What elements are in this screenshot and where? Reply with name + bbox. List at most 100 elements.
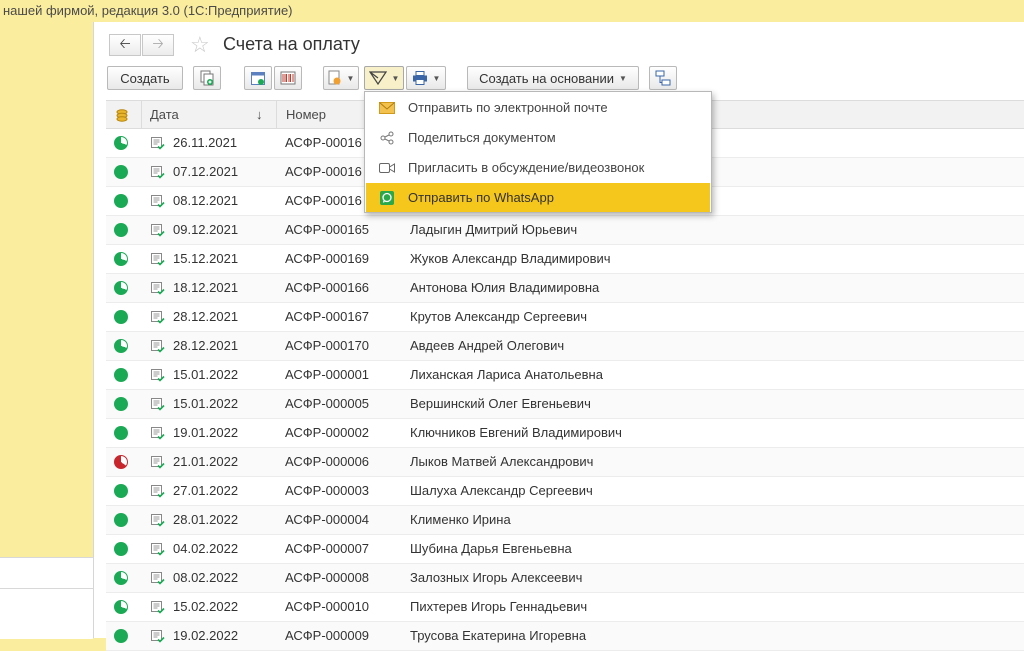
table-row[interactable]: 19.02.2022 АСФР-000009 Трусова Екатерина И… <box>106 622 1024 651</box>
column-number[interactable]: Номер <box>286 101 326 128</box>
counterparty-cell: Клименко Ирина <box>410 512 511 527</box>
sidebar <box>0 22 93 638</box>
table-row[interactable]: 09.12.2021 АСФР-000165 Ладыгин Дмитрий Юрь… <box>106 216 1024 245</box>
number-cell: АСФР-000165 <box>285 222 370 237</box>
video-camera-icon <box>379 162 395 173</box>
back-button[interactable]: 🡠 <box>109 34 141 56</box>
divider <box>0 588 93 589</box>
envelope-icon <box>379 101 395 114</box>
number-cell: АСФР-000170 <box>285 338 370 353</box>
counterparty-cell: Ладыгин Дмитрий Юрьевич <box>410 222 578 237</box>
posted-document-icon <box>151 398 165 411</box>
date-cell: 28.01.2022 <box>173 512 239 527</box>
copy-button[interactable] <box>193 66 221 90</box>
payment-status-icon <box>114 252 128 266</box>
print-dropdown-button[interactable]: ▼ <box>406 66 446 90</box>
menu-item-whatsapp[interactable]: Отправить по WhatsApp <box>366 183 710 212</box>
number-cell: АСФР-000004 <box>285 512 370 527</box>
report-icon <box>328 70 341 85</box>
date-cell: 04.02.2022 <box>173 541 239 556</box>
sidebar-bottom-panel <box>0 557 93 639</box>
counterparty-cell: Авдеев Андрей Олегович <box>410 338 565 353</box>
payment-status-icon <box>114 310 128 324</box>
counterparty-cell: Крутов Александр Сергеевич <box>410 309 588 324</box>
table-row[interactable]: 28.12.2021 АСФР-000167 Крутов Александр Се… <box>106 303 1024 332</box>
date-cell: 08.02.2022 <box>173 570 239 585</box>
number-cell: АСФР-00016 <box>285 164 362 179</box>
date-cell: 07.12.2021 <box>173 164 239 179</box>
window-title: нашей фирмой, редакция 3.0 (1С:Предприят… <box>0 0 1024 22</box>
table-row[interactable]: 15.12.2021 АСФР-000169 Жуков Александр Вла… <box>106 245 1024 274</box>
counterparty-cell: Антонова Юлия Владимировна <box>410 280 600 295</box>
number-cell: АСФР-000003 <box>285 483 370 498</box>
table-row[interactable]: 04.02.2022 АСФР-000007 Шубина Дарья Евгень… <box>106 535 1024 564</box>
barcode-icon <box>280 71 296 85</box>
table-row[interactable]: 28.01.2022 АСФР-000004 Клименко Ирина <box>106 506 1024 535</box>
table-row[interactable]: 19.01.2022 АСФР-000002 Ключников Евгений В… <box>106 419 1024 448</box>
menu-item-send-email[interactable]: Отправить по электронной почте <box>366 93 710 122</box>
payment-status-icon <box>114 455 128 469</box>
forward-button[interactable]: 🡢 <box>142 34 174 56</box>
date-cell: 15.01.2022 <box>173 396 239 411</box>
date-cell: 15.12.2021 <box>173 251 239 266</box>
menu-item-video-call[interactable]: Пригласить в обсуждение/видеозвонок <box>366 153 710 182</box>
counterparty-cell: Шалуха Александр Сергеевич <box>410 483 593 498</box>
table-row[interactable]: 15.02.2022 АСФР-000010 Пихтерев Игорь Генн… <box>106 593 1024 622</box>
date-cell: 26.11.2021 <box>173 135 238 150</box>
number-cell: АСФР-000166 <box>285 280 370 295</box>
number-cell: АСФР-000010 <box>285 599 370 614</box>
counterparty-cell: Лыков Матвей Александрович <box>410 454 594 469</box>
calendar-button[interactable] <box>244 66 272 90</box>
table-row[interactable]: 15.01.2022 АСФР-000001 Лиханская Лариса Ан… <box>106 361 1024 390</box>
star-icon[interactable]: ☆ <box>190 33 210 57</box>
number-cell: АСФР-00016 <box>285 135 362 150</box>
payment-status-icon <box>114 223 128 237</box>
number-cell: АСФР-000169 <box>285 251 370 266</box>
structure-button[interactable] <box>649 66 677 90</box>
payment-status-icon <box>114 339 128 353</box>
number-cell: АСФР-000005 <box>285 396 370 411</box>
table-row[interactable]: 15.01.2022 АСФР-000005 Вершинский Олег Евг… <box>106 390 1024 419</box>
table-row[interactable]: 21.01.2022 АСФР-000006 Лыков Матвей Алекса… <box>106 448 1024 477</box>
sort-desc-icon[interactable]: ↓ <box>256 101 263 128</box>
table-row[interactable]: 28.12.2021 АСФР-000170 Авдеев Андрей Олего… <box>106 332 1024 361</box>
barcode-button[interactable] <box>274 66 302 90</box>
posted-document-icon <box>151 514 165 527</box>
menu-item-label: Поделиться документом <box>408 130 556 145</box>
create-button[interactable]: Создать <box>107 66 183 90</box>
posted-document-icon <box>151 601 165 614</box>
payment-status-icon <box>114 513 128 527</box>
date-cell: 08.12.2021 <box>173 193 239 208</box>
posted-document-icon <box>151 282 165 295</box>
create-button-label: Создать <box>120 70 170 86</box>
posted-document-icon <box>151 427 165 440</box>
table-row[interactable]: 27.01.2022 АСФР-000003 Шалуха Александр Се… <box>106 477 1024 506</box>
column-date[interactable]: Дата <box>150 101 179 128</box>
page-title: Счета на оплату <box>223 34 360 54</box>
table-row[interactable]: 08.02.2022 АСФР-000008 Залозных Игорь Алек… <box>106 564 1024 593</box>
counterparty-cell: Жуков Александр Владимирович <box>410 251 611 266</box>
payment-status-icon <box>114 281 128 295</box>
date-cell: 21.01.2022 <box>173 454 239 469</box>
send-dropdown-button[interactable]: ▼ <box>364 66 404 90</box>
posted-document-icon <box>151 543 165 556</box>
date-cell: 18.12.2021 <box>173 280 239 295</box>
posted-document-icon <box>151 195 165 208</box>
number-cell: АСФР-000008 <box>285 570 370 585</box>
payment-status-icon <box>114 397 128 411</box>
table-row[interactable]: 18.12.2021 АСФР-000166 Антонова Юлия Влади… <box>106 274 1024 303</box>
counterparty-cell: Трусова Екатерина Игоревна <box>410 628 587 643</box>
posted-document-icon <box>151 369 165 382</box>
menu-item-share[interactable]: Поделиться документом <box>366 123 710 152</box>
payment-status-icon <box>114 571 128 585</box>
number-cell: АСФР-000001 <box>285 367 370 382</box>
counterparty-cell: Пихтерев Игорь Геннадьевич <box>410 599 588 614</box>
structure-icon <box>655 70 671 86</box>
report-dropdown-button[interactable]: ▼ <box>323 66 359 90</box>
menu-item-label: Пригласить в обсуждение/видеозвонок <box>408 160 645 175</box>
create-based-on-button[interactable]: Создать на основании ▼ <box>467 66 639 90</box>
payment-status-icon <box>114 426 128 440</box>
posted-document-icon <box>151 456 165 469</box>
date-cell: 19.01.2022 <box>173 425 239 440</box>
date-cell: 15.01.2022 <box>173 367 239 382</box>
